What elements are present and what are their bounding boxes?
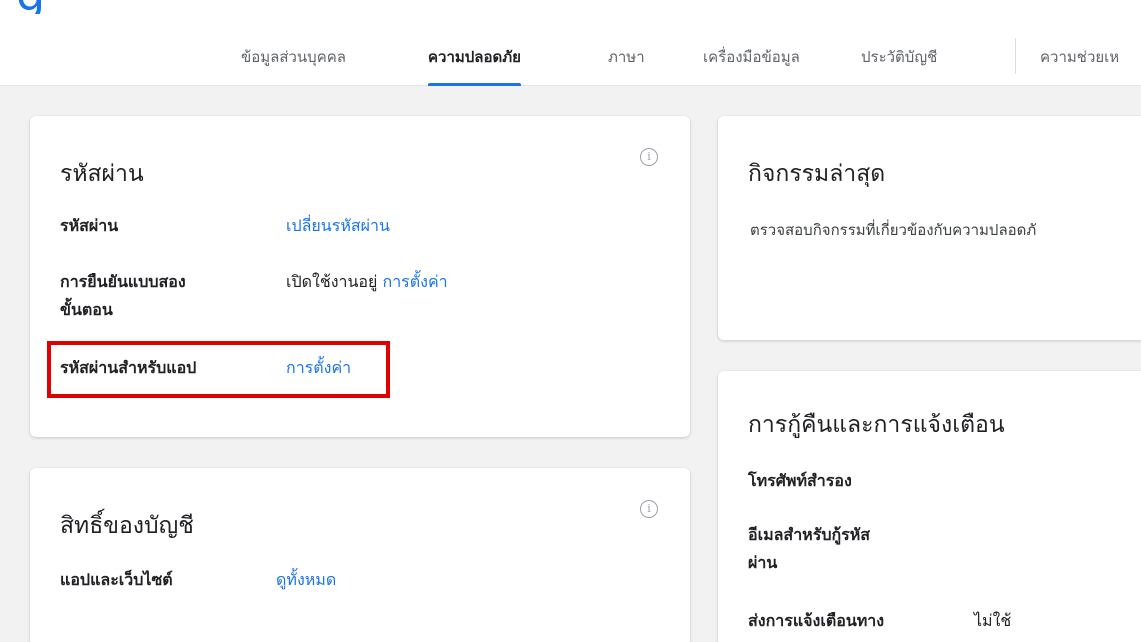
recovery-title: การกู้คืนและการแจ้งเตือน [748,412,1005,438]
change-password-link[interactable]: เปลี่ยนรหัสผ่าน [286,212,390,240]
nav-divider [1015,38,1016,74]
backup-phone-label: โทรศัพท์สำรอง [748,471,852,490]
two-step-status: เปิดใช้งานอยู่ [286,272,378,291]
info-icon[interactable]: i [640,500,658,518]
apps-websites-label: แอปและเว็บไซต์ [60,570,173,589]
recent-activity-title: กิจกรรมล่าสุด [748,161,886,187]
tab-account-history[interactable]: ประวัติบัญชี [861,44,937,86]
permissions-card: สิทธิ์ของบัญชี i แอปและเว็บไซต์ ดูทั้งหม… [30,468,690,642]
recent-activity-card: กิจกรรมล่าสุด ตรวจสอบกิจกรรมที่เกี่ยวข้อ… [718,116,1141,340]
permissions-card-title: สิทธิ์ของบัญชี [60,513,194,539]
password-card-title: รหัสผ่าน [60,161,144,187]
tab-data-tools[interactable]: เครื่องมือข้อมูล [703,44,800,86]
tab-help[interactable]: ความช่วยเห [1040,44,1119,86]
recent-activity-description: ตรวจสอบกิจกรรมที่เกี่ยวข้องกับความปลอดภั [750,221,1037,239]
two-step-value: เปิดใช้งานอยู่ การตั้งค่า [286,268,448,296]
google-logo-icon[interactable]: g [16,0,56,14]
view-all-link[interactable]: ดูทั้งหมด [276,566,336,594]
password-label: รหัสผ่าน [60,216,119,235]
two-step-label: การยืนยันแบบสอง ขั้นตอน [60,272,186,319]
recovery-card: การกู้คืนและการแจ้งเตือน โทรศัพท์สำรอง อ… [718,371,1141,642]
send-notification-value: ไม่ใช้ [974,611,1012,630]
tab-security[interactable]: ความปลอดภัย [428,44,521,86]
info-icon[interactable]: i [640,148,658,166]
send-notification-label: ส่งการแจ้งเตือนทาง [748,611,885,630]
tab-language[interactable]: ภาษา [608,44,645,86]
highlight-box [47,341,390,398]
tab-personal-info[interactable]: ข้อมูลส่วนบุคคล [241,44,346,86]
top-bar: g ข้อมูลส่วนบุคคล ความปลอดภัย ภาษา เครื่… [0,0,1141,86]
recovery-email-label: อีเมลสำหรับกู้รหัส ผ่าน [748,525,871,572]
two-step-settings-link[interactable]: การตั้งค่า [383,272,448,291]
